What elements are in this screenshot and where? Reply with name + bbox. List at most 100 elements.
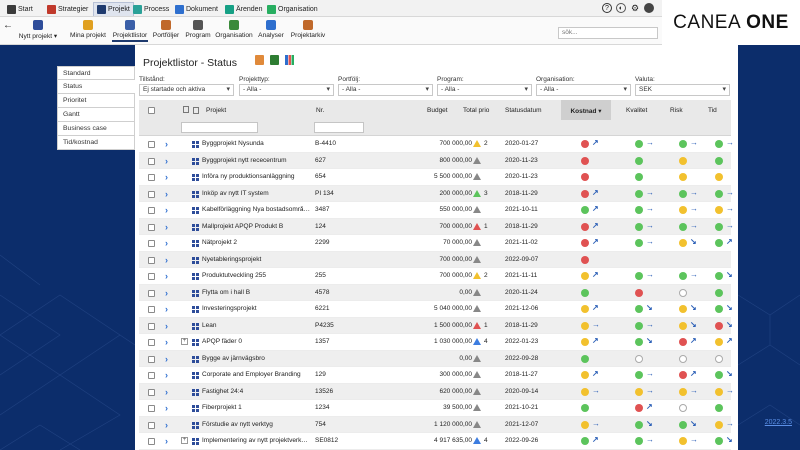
project-name[interactable]: Corporate and Employer Branding [202, 371, 322, 378]
filter-select[interactable]: - Alla - [338, 84, 433, 96]
filter-select[interactable]: - Alla - [536, 84, 631, 96]
tab-start[interactable]: Start [4, 2, 36, 16]
open-arrow-icon[interactable]: › [165, 370, 168, 380]
project-name[interactable]: Flytta om i hall B [202, 289, 322, 296]
col-budget[interactable]: Budget [427, 107, 448, 114]
row-checkbox[interactable] [148, 256, 155, 264]
toolbar-item-0[interactable]: Nytt projekt ▾ [16, 20, 60, 40]
open-arrow-icon[interactable]: › [165, 189, 168, 199]
project-name[interactable]: Nyetableringsprojekt [202, 256, 322, 263]
col-tid[interactable]: Tid [708, 107, 717, 114]
nav-item[interactable]: Status [57, 80, 135, 94]
open-arrow-icon[interactable]: › [165, 205, 168, 215]
tab-strategier[interactable]: Strategier [44, 2, 91, 16]
project-name[interactable]: APQP fäder 0 [202, 338, 322, 345]
open-arrow-icon[interactable]: › [165, 354, 168, 364]
filter-select[interactable]: - Alla - [239, 84, 334, 96]
open-arrow-icon[interactable]: › [165, 337, 168, 347]
gear-icon[interactable]: ⚙ [630, 3, 640, 13]
project-name[interactable]: Mallprojekt APQP Produkt B [202, 223, 322, 230]
row-checkbox[interactable] [148, 174, 155, 181]
row-checkbox[interactable] [148, 388, 155, 396]
open-arrow-icon[interactable]: › [165, 288, 168, 298]
palette-icon[interactable]: ◐ [616, 3, 626, 13]
col-kostnad[interactable]: Kostnad ▾ [561, 100, 611, 120]
col-nr[interactable]: Nr. [316, 107, 324, 114]
tab-projekt[interactable]: Projekt [93, 2, 134, 16]
nav-item[interactable]: Standard [57, 66, 135, 80]
filter-select[interactable]: - Alla - [437, 84, 532, 96]
open-arrow-icon[interactable]: › [165, 321, 168, 331]
search-input[interactable]: sök... [558, 27, 658, 39]
nav-item[interactable]: Prioritet [57, 94, 135, 108]
row-checkbox[interactable] [148, 273, 155, 280]
col-risk[interactable]: Risk [670, 107, 683, 114]
projekt-filter-input[interactable] [181, 122, 258, 133]
project-name[interactable]: Nätprojekt 2 [202, 239, 322, 246]
tab-dokument[interactable]: Dokument [172, 2, 221, 16]
col-kvalitet[interactable]: Kvalitet [626, 107, 647, 114]
tab-organisation[interactable]: Organisation [264, 2, 321, 16]
row-checkbox[interactable] [148, 306, 155, 313]
col-projekt[interactable]: Projekt [206, 107, 226, 114]
open-arrow-icon[interactable]: › [165, 271, 168, 281]
nav-item[interactable]: Gantt [57, 108, 135, 122]
row-checkbox[interactable] [148, 207, 155, 214]
open-arrow-icon[interactable]: › [165, 139, 168, 149]
project-name[interactable]: Investeringsprojekt [202, 305, 322, 312]
project-name[interactable]: Produktutveckling 255 [202, 272, 322, 279]
row-checkbox[interactable] [148, 157, 155, 165]
tab-ärenden[interactable]: Ärenden [222, 2, 265, 16]
avatar[interactable] [644, 3, 654, 13]
open-arrow-icon[interactable]: › [165, 222, 168, 232]
nr-filter-input[interactable] [314, 122, 364, 133]
toolbar-item-3[interactable]: Portföljer [151, 20, 181, 39]
copy-icon[interactable] [193, 107, 199, 114]
filter-select[interactable]: SEK [635, 84, 730, 96]
toolbar-item-6[interactable]: Analyser [257, 20, 285, 39]
row-checkbox[interactable] [148, 289, 155, 297]
help-icon[interactable]: ? [602, 3, 612, 13]
project-name[interactable]: Bygge av järnvägsbro [202, 355, 322, 362]
col-date[interactable]: Statusdatum [505, 107, 542, 114]
row-checkbox[interactable] [148, 355, 155, 363]
excel-icon[interactable] [270, 55, 279, 65]
nav-item[interactable]: Business case [57, 122, 135, 136]
back-arrow-icon[interactable]: ← [3, 20, 13, 31]
row-checkbox[interactable] [148, 190, 155, 198]
project-name[interactable]: Fiberprojekt 1 [202, 404, 322, 411]
open-arrow-icon[interactable]: › [165, 172, 168, 182]
project-name[interactable]: Förstudie av nytt verktyg [202, 421, 322, 428]
open-arrow-icon[interactable]: › [165, 238, 168, 248]
open-arrow-icon[interactable]: › [165, 255, 168, 265]
open-arrow-icon[interactable]: › [165, 156, 168, 166]
row-checkbox[interactable] [148, 405, 155, 412]
row-checkbox[interactable] [148, 141, 155, 148]
project-name[interactable]: Kabelförläggning Nya bostadsområ… [202, 206, 322, 213]
project-name[interactable]: Lean [202, 322, 322, 329]
filter-select[interactable]: Ej startade och aktiva [139, 84, 234, 96]
open-arrow-icon[interactable]: › [165, 420, 168, 430]
project-name[interactable]: Fastighet 24:4 [202, 388, 322, 395]
row-checkbox[interactable] [148, 421, 155, 429]
row-checkbox[interactable] [148, 339, 155, 346]
toolbar-item-1[interactable]: Mina projekt [68, 20, 108, 39]
toolbar-item-2[interactable]: Projektlistor [112, 20, 148, 42]
open-arrow-icon[interactable]: › [165, 304, 168, 314]
nav-item[interactable]: Tid/kostnad [57, 136, 135, 150]
project-name[interactable]: Byggprojekt nytt rececentrum [202, 157, 322, 164]
row-checkbox[interactable] [148, 438, 155, 445]
project-name[interactable]: Byggprojekt Nysunda [202, 140, 322, 147]
tab-process[interactable]: Process [130, 2, 172, 16]
columns-icon[interactable] [183, 106, 189, 113]
col-prio[interactable]: Total prio [463, 107, 489, 114]
open-arrow-icon[interactable]: › [165, 387, 168, 397]
chart-icon[interactable] [285, 55, 294, 65]
toolbar-item-4[interactable]: Program [184, 20, 212, 39]
toolbar-item-5[interactable]: Organisation [215, 20, 253, 39]
row-checkbox[interactable] [148, 223, 155, 231]
row-checkbox[interactable] [148, 322, 155, 330]
export-icon[interactable] [255, 55, 264, 65]
open-arrow-icon[interactable]: › [165, 403, 168, 413]
expand-icon[interactable]: + [181, 437, 188, 444]
